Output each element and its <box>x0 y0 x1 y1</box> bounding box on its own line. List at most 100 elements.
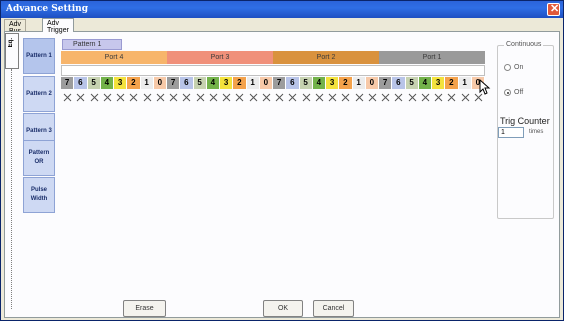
trig-counter-unit: times <box>529 129 544 135</box>
bit-dont-care-checkbox[interactable] <box>379 91 392 103</box>
bit-dont-care-checkbox[interactable] <box>392 91 405 103</box>
erase-button[interactable]: Erase <box>123 300 166 317</box>
advance-setting-window: Advance Setting ✕ Adv Bus Adv Trigger Eq… <box>0 0 564 321</box>
bit-label-cell: 0 <box>153 77 167 89</box>
bit-dont-care-checkbox[interactable] <box>406 91 419 103</box>
bit-grid-spacer <box>61 65 485 76</box>
bit-label-cell: 3 <box>326 77 340 89</box>
pulse-width-button[interactable]: Pulse Width <box>23 177 55 213</box>
bit-dont-care-checkbox[interactable] <box>101 91 114 103</box>
bit-label-cell: 5 <box>87 77 101 89</box>
bit-dont-care-checkbox[interactable] <box>273 91 286 103</box>
x-icon <box>434 93 443 101</box>
port-2-label: Port 2 <box>316 54 336 61</box>
bit-dont-care-checkbox[interactable] <box>127 91 140 103</box>
bit-label-cell: 6 <box>392 77 406 89</box>
bit-dont-care-checkbox[interactable] <box>154 91 167 103</box>
pattern-1-label: Pattern 1 <box>26 52 52 59</box>
port-1-header: Port 1 <box>379 51 485 64</box>
bit-dont-care-checkbox[interactable] <box>300 91 313 103</box>
title-bar[interactable]: Advance Setting ✕ <box>1 1 563 18</box>
tab-adv-bus[interactable]: Adv Bus <box>4 19 27 35</box>
bit-dont-care-checkbox[interactable] <box>74 91 87 103</box>
bit-dont-care-checkbox[interactable] <box>260 91 273 103</box>
bit-label-cell: 2 <box>127 77 141 89</box>
bit-label-cell: 6 <box>74 77 88 89</box>
cancel-button[interactable]: Cancel <box>313 300 354 317</box>
bit-label-cell: 1 <box>140 77 154 89</box>
x-icon <box>381 93 390 101</box>
bit-dont-care-checkbox[interactable] <box>180 91 193 103</box>
pattern-2-label: Pattern 2 <box>26 90 52 97</box>
bit-dont-care-checkbox[interactable] <box>233 91 246 103</box>
continuous-off-radio[interactable]: Off <box>504 89 523 96</box>
x-icon <box>183 93 191 101</box>
x-icon <box>448 93 456 101</box>
bit-dont-care-checkbox[interactable] <box>326 91 339 103</box>
bit-checkbox-row <box>61 91 485 103</box>
bit-label-cell: 2 <box>233 77 247 89</box>
bit-dont-care-checkbox[interactable] <box>194 91 207 103</box>
pattern-1-button[interactable]: Pattern 1 <box>23 38 55 74</box>
x-icon <box>461 93 469 101</box>
x-icon <box>262 93 271 101</box>
ok-button[interactable]: OK <box>263 300 303 317</box>
pattern-or-label: Pattern OR <box>28 150 50 165</box>
bit-label-cell: 4 <box>100 77 114 89</box>
bit-label-cell: 1 <box>458 77 472 89</box>
bit-dont-care-checkbox[interactable] <box>419 91 432 103</box>
bit-dont-care-checkbox[interactable] <box>353 91 366 103</box>
x-icon <box>103 93 112 101</box>
bit-dont-care-checkbox[interactable] <box>88 91 101 103</box>
bit-dont-care-checkbox[interactable] <box>220 91 233 103</box>
bit-dont-care-checkbox[interactable] <box>286 91 299 103</box>
x-icon <box>355 93 363 101</box>
bit-label-cell: 0 <box>259 77 273 89</box>
pattern-tab[interactable]: Pattern 1 <box>62 39 122 50</box>
x-icon <box>289 93 297 101</box>
bit-dont-care-checkbox[interactable] <box>167 91 180 103</box>
port-2-header: Port 2 <box>273 51 379 64</box>
x-icon <box>302 93 310 101</box>
window-title: Advance Setting <box>6 4 89 14</box>
bit-dont-care-checkbox[interactable] <box>141 91 154 103</box>
x-icon <box>156 93 165 101</box>
bit-label-cell: 7 <box>273 77 287 89</box>
bit-dont-care-checkbox[interactable] <box>207 91 220 103</box>
close-icon: ✕ <box>550 3 560 15</box>
x-icon <box>196 93 204 101</box>
x-icon <box>368 93 377 101</box>
trig-counter-input[interactable]: 1 <box>498 127 524 138</box>
x-icon <box>249 93 257 101</box>
pattern-2-button[interactable]: Pattern 2 <box>23 76 55 112</box>
x-icon <box>209 93 218 101</box>
pattern-or-button[interactable]: Pattern OR <box>23 140 55 176</box>
x-icon <box>315 93 324 101</box>
x-icon <box>90 93 98 101</box>
bit-dont-care-checkbox[interactable] <box>247 91 260 103</box>
close-button[interactable]: ✕ <box>547 3 560 16</box>
port-3-header: Port 3 <box>167 51 273 64</box>
bit-dont-care-checkbox[interactable] <box>432 91 445 103</box>
tab-adv-trigger[interactable]: Adv Trigger <box>42 18 74 34</box>
continuous-on-radio[interactable]: On <box>504 64 523 71</box>
bit-dont-care-checkbox[interactable] <box>339 91 352 103</box>
x-icon <box>395 93 403 101</box>
bit-dont-care-checkbox[interactable] <box>366 91 379 103</box>
tree-guide-line <box>11 69 12 309</box>
bit-dont-care-checkbox[interactable] <box>114 91 127 103</box>
bit-dont-care-checkbox[interactable] <box>459 91 472 103</box>
port-3-label: Port 3 <box>210 54 230 61</box>
vertical-tab-eq[interactable]: Eq. <box>5 33 19 69</box>
x-icon <box>169 93 178 101</box>
bit-dont-care-checkbox[interactable] <box>313 91 326 103</box>
x-icon <box>77 93 85 101</box>
pulse-width-label: Pulse Width <box>30 187 48 202</box>
bit-label-cell: 7 <box>167 77 181 89</box>
x-icon <box>408 93 416 101</box>
bit-dont-care-checkbox[interactable] <box>445 91 458 103</box>
bit-dont-care-checkbox[interactable] <box>61 91 74 103</box>
bit-label-cell: 6 <box>286 77 300 89</box>
port-4-label: Port 4 <box>104 54 124 61</box>
bit-label-cell: 1 <box>246 77 260 89</box>
